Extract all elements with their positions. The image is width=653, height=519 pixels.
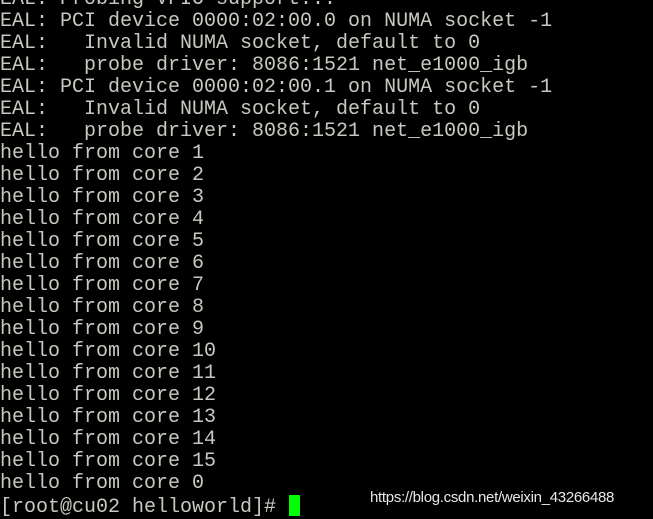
terminal-line: EAL: Invalid NUMA socket, default to 0: [0, 98, 481, 121]
terminal-line: EAL: probe driver: 8086:1521 net_e1000_i…: [0, 120, 529, 143]
terminal-line: EAL: PCI device 0000:02:00.0 on NUMA soc…: [0, 10, 553, 33]
terminal-line: hello from core 5: [0, 230, 205, 253]
terminal-line: hello from core 13: [0, 406, 217, 429]
terminal-line: hello from core 11: [0, 362, 217, 385]
terminal-line: hello from core 3: [0, 186, 205, 209]
terminal-line: hello from core 4: [0, 208, 205, 231]
terminal-line: hello from core 14: [0, 428, 217, 451]
terminal-line: hello from core 9: [0, 318, 205, 341]
terminal-line: hello from core 12: [0, 384, 217, 407]
watermark: https://blog.csdn.net/weixin_43266488: [370, 489, 615, 506]
cursor-block: [289, 495, 301, 516]
terminal-line: EAL: Invalid NUMA socket, default to 0: [0, 32, 481, 55]
terminal-line: hello from core 1: [0, 142, 205, 165]
shell-prompt: [root@cu02 helloworld]#: [0, 496, 289, 519]
terminal-line: hello from core 7: [0, 274, 205, 297]
terminal-line: hello from core 15: [0, 450, 217, 473]
terminal-line: hello from core 6: [0, 252, 205, 275]
terminal-line: EAL: probe driver: 8086:1521 net_e1000_i…: [0, 54, 529, 77]
terminal-line: hello from core 8: [0, 296, 205, 319]
terminal-line: hello from core 2: [0, 164, 205, 187]
terminal-line: hello from core 10: [0, 340, 217, 363]
terminal-line: EAL: PCI device 0000:02:00.1 on NUMA soc…: [0, 76, 553, 99]
terminal-output[interactable]: EAL: Probing VFIO support...EAL: PCI dev…: [0, 0, 553, 519]
